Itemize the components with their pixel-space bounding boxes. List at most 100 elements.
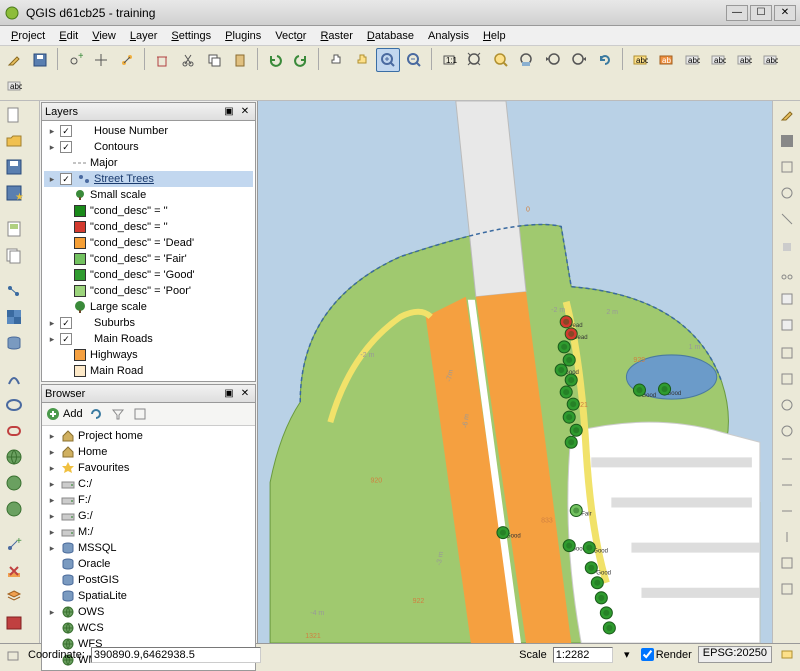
browser-row[interactable]: SpatiaLite <box>44 588 253 604</box>
layer-checkbox[interactable]: ✓ <box>60 173 72 185</box>
expand-icon[interactable]: ▸ <box>46 527 58 538</box>
layer-row[interactable]: ▸✓House Number <box>44 123 253 139</box>
toggle-editing-icon[interactable] <box>2 48 26 72</box>
layer-row[interactable]: ▸✓Suburbs <box>44 315 253 331</box>
add-feature-icon[interactable]: + <box>63 48 87 72</box>
cut-icon[interactable] <box>176 48 200 72</box>
composer-icon[interactable] <box>2 217 26 241</box>
expand-icon[interactable]: ▸ <box>46 174 58 185</box>
zoom-native-icon[interactable]: 1:1 <box>437 48 461 72</box>
add-oracle-icon[interactable] <box>2 419 26 443</box>
label-tool-1-icon[interactable]: abc <box>628 48 652 72</box>
tool-r4-icon[interactable] <box>775 235 799 259</box>
zoom-full-icon[interactable] <box>463 48 487 72</box>
browser-row[interactable]: ▸Home <box>44 444 253 460</box>
coord-input[interactable] <box>91 647 261 663</box>
expand-icon[interactable]: ▸ <box>46 142 58 153</box>
layer-row[interactable]: ▸✓Street Trees <box>44 171 253 187</box>
zoom-selection-icon[interactable] <box>489 48 513 72</box>
browser-filter-icon[interactable] <box>109 405 127 423</box>
render-checkbox[interactable]: Render <box>641 648 692 661</box>
save-project-icon[interactable] <box>2 155 26 179</box>
paste-icon[interactable] <box>228 48 252 72</box>
maximize-button[interactable]: ☐ <box>750 5 772 21</box>
add-db-layer-icon[interactable] <box>2 331 26 355</box>
layer-row[interactable]: Large scale <box>44 299 253 315</box>
redo-icon[interactable] <box>289 48 313 72</box>
browser-row[interactable]: ▸OWS <box>44 604 253 620</box>
layer-row[interactable]: "cond_desc" = 'Dead' <box>44 235 253 251</box>
close-button[interactable]: ✕ <box>774 5 796 21</box>
add-vector-icon[interactable] <box>2 279 26 303</box>
label-tool-4-icon[interactable]: abc <box>706 48 730 72</box>
label-tool-5-icon[interactable]: abc <box>732 48 756 72</box>
save-as-icon[interactable]: ★ <box>2 181 26 205</box>
save-edit-icon[interactable] <box>775 129 799 153</box>
add-raster-icon[interactable] <box>2 305 26 329</box>
expand-icon[interactable]: ▸ <box>46 543 58 554</box>
tool-r6-icon[interactable] <box>775 287 799 311</box>
layer-row[interactable]: Main Road <box>44 363 253 379</box>
open-project-icon[interactable] <box>2 129 26 153</box>
browser-row[interactable]: ▸G:/ <box>44 508 253 524</box>
tool-r14-icon[interactable] <box>775 499 799 523</box>
layer-checkbox[interactable]: ✓ <box>60 317 72 329</box>
layer-checkbox[interactable]: ✓ <box>60 141 72 153</box>
tool-r10-icon[interactable] <box>775 393 799 417</box>
tool-r17-icon[interactable] <box>775 577 799 601</box>
menu-plugins[interactable]: Plugins <box>218 28 268 44</box>
expand-icon[interactable]: ▸ <box>46 126 58 137</box>
expand-icon[interactable]: ▸ <box>46 318 58 329</box>
menu-database[interactable]: Database <box>360 28 421 44</box>
expand-icon[interactable]: ▸ <box>46 447 58 458</box>
tool-r2-icon[interactable] <box>775 181 799 205</box>
save-edits-icon[interactable] <box>28 48 52 72</box>
copy-icon[interactable] <box>202 48 226 72</box>
add-spatialite-icon[interactable] <box>2 367 26 391</box>
layer-checkbox[interactable]: ✓ <box>60 125 72 137</box>
expand-icon[interactable]: ▸ <box>46 607 58 618</box>
expand-icon[interactable]: ▸ <box>46 334 58 345</box>
layer-row[interactable]: "cond_desc" = 'Fair' <box>44 251 253 267</box>
tool-r11-icon[interactable] <box>775 419 799 443</box>
gps-icon[interactable] <box>2 611 26 635</box>
layer-checkbox[interactable]: ✓ <box>60 333 72 345</box>
edit-pencil-icon[interactable] <box>775 103 799 127</box>
browser-add-button[interactable]: Add <box>46 407 83 421</box>
layer-row[interactable]: ▸✓Main Roads <box>44 331 253 347</box>
menu-settings[interactable]: Settings <box>164 28 218 44</box>
menu-help[interactable]: Help <box>476 28 513 44</box>
composer-manager-icon[interactable] <box>2 243 26 267</box>
zoom-next-icon[interactable] <box>567 48 591 72</box>
browser-row[interactable]: ▸F:/ <box>44 492 253 508</box>
zoom-out-icon[interactable] <box>402 48 426 72</box>
tool-r12-icon[interactable] <box>775 447 799 471</box>
delete-selected-icon[interactable] <box>150 48 174 72</box>
zoom-layer-icon[interactable] <box>515 48 539 72</box>
tool-r7-icon[interactable] <box>775 313 799 337</box>
menu-vector[interactable]: Vector <box>268 28 313 44</box>
label-tool-6-icon[interactable]: abc <box>758 48 782 72</box>
new-project-icon[interactable] <box>2 103 26 127</box>
undo-icon[interactable] <box>263 48 287 72</box>
tool-r15-icon[interactable] <box>775 525 799 549</box>
tool-r1-icon[interactable] <box>775 155 799 179</box>
label-tool-3-icon[interactable]: abc <box>680 48 704 72</box>
browser-row[interactable]: ▸C:/ <box>44 476 253 492</box>
menu-raster[interactable]: Raster <box>313 28 359 44</box>
tool-r8-icon[interactable] <box>775 341 799 365</box>
zoom-in-icon[interactable] <box>376 48 400 72</box>
label-tool-2-icon[interactable]: ab <box>654 48 678 72</box>
browser-row[interactable]: ▸MSSQL <box>44 540 253 556</box>
browser-refresh-icon[interactable] <box>87 405 105 423</box>
layer-row[interactable]: ▸✓Contours <box>44 139 253 155</box>
layer-row[interactable]: "cond_desc" = 'Good' <box>44 267 253 283</box>
browser-row[interactable]: ▸Favourites <box>44 460 253 476</box>
browser-row[interactable]: Oracle <box>44 556 253 572</box>
scale-lock-icon[interactable]: ▾ <box>619 647 635 663</box>
add-wcs-icon[interactable] <box>2 471 26 495</box>
browser-row[interactable]: PostGIS <box>44 572 253 588</box>
node-tool-icon[interactable] <box>115 48 139 72</box>
menu-view[interactable]: View <box>85 28 123 44</box>
move-feature-icon[interactable] <box>89 48 113 72</box>
